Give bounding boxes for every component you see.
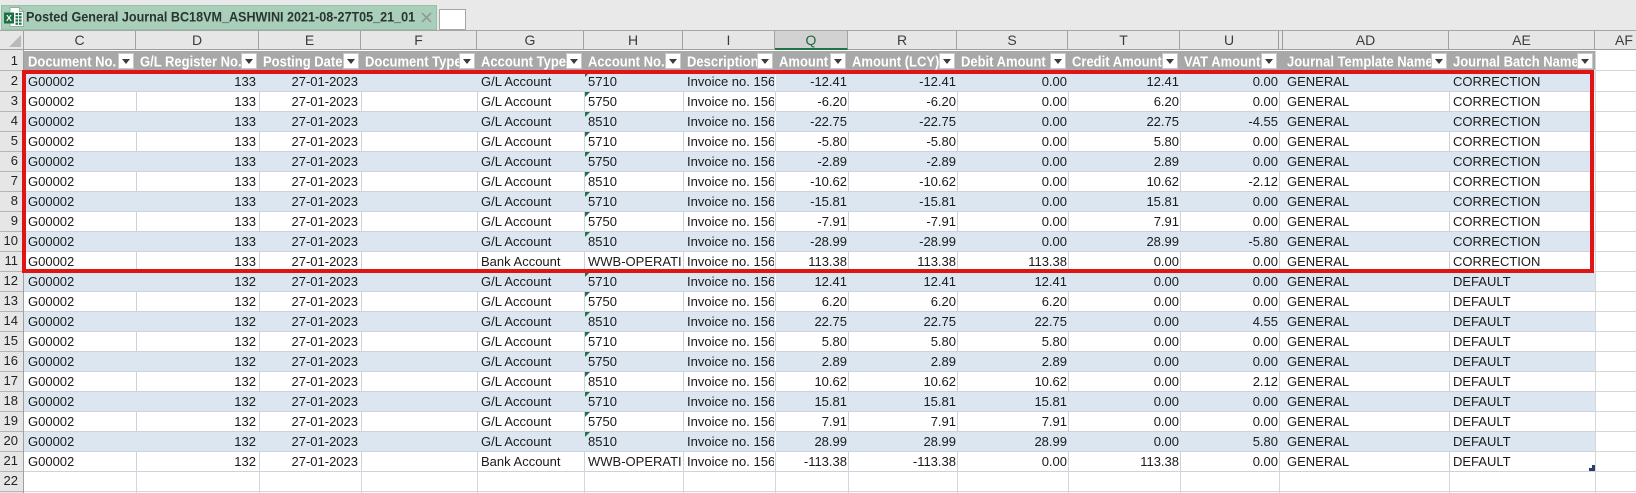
svg-text:X: X bbox=[6, 13, 12, 23]
